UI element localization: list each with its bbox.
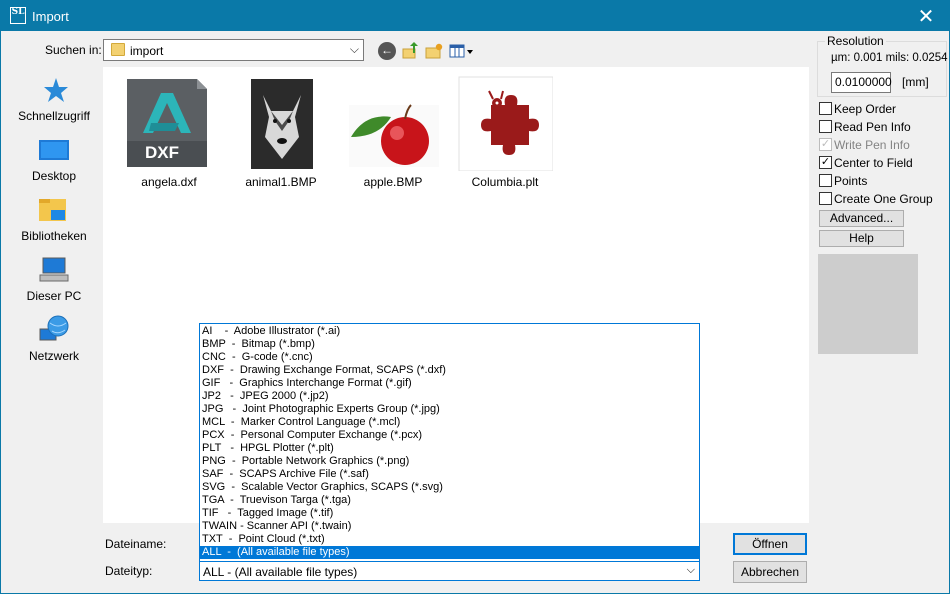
filetype-option[interactable]: TXT - Point Cloud (*.txt)	[200, 533, 699, 546]
filetype-option[interactable]: BMP - Bitmap (*.bmp)	[200, 338, 699, 351]
apple-photo-thumbnail	[349, 104, 439, 167]
place-desktop[interactable]: Desktop	[9, 135, 99, 193]
filetype-option[interactable]: TWAIN - Scanner API (*.twain)	[200, 520, 699, 533]
star-icon	[44, 78, 68, 102]
chevron-down-icon: ⌵	[686, 564, 695, 576]
title-bar[interactable]: SL Import ✕	[1, 1, 949, 31]
filetype-option[interactable]: ALL - (All available file types)	[200, 546, 699, 559]
open-button[interactable]: Öffnen	[733, 533, 807, 555]
lookin-label: Suchen in:	[45, 43, 102, 57]
checkbox-box	[819, 174, 832, 187]
lookin-combo[interactable]: import ⌵	[103, 39, 364, 61]
window-title: Import	[32, 9, 69, 24]
filename-label: Dateiname:	[105, 537, 167, 551]
place-label: Schnellzugriff	[18, 109, 90, 123]
option-label: Write Pen Info	[834, 138, 910, 152]
checkmark-icon: ✓	[819, 138, 832, 151]
filetype-option[interactable]: AI - Adobe Illustrator (*.ai)	[200, 325, 699, 338]
back-icon[interactable]: ←	[378, 42, 396, 60]
filetype-select[interactable]: ALL - (All available file types) ⌵	[199, 561, 700, 581]
filetype-value: ALL - (All available file types)	[203, 565, 358, 579]
filetype-label: Dateityp:	[105, 564, 153, 578]
place-libraries[interactable]: Bibliotheken	[9, 195, 99, 253]
filetype-option[interactable]: PNG - Portable Network Graphics (*.png)	[200, 455, 699, 468]
library-icon	[39, 199, 66, 221]
checkmark-icon: ✓	[819, 156, 832, 169]
dxf-badge-text: DXF	[145, 143, 179, 162]
checkbox-box	[819, 192, 832, 205]
filetype-option[interactable]: JPG - Joint Photographic Experts Group (…	[200, 403, 699, 416]
place-label: Dieser PC	[26, 289, 82, 303]
computer-icon	[39, 257, 69, 282]
option-label: Points	[834, 174, 868, 188]
filetype-option[interactable]: SAF - SCAPS Archive File (*.saf)	[200, 468, 699, 481]
close-button[interactable]: ✕	[903, 1, 949, 31]
folder-icon	[111, 43, 125, 56]
resolution-info: µm: 0.001 mils: 0.0254	[831, 52, 948, 64]
option-label: Create One Group	[834, 192, 933, 206]
file-item[interactable]: DXF angela.dxf	[117, 73, 217, 193]
chevron-down-icon: ⌵	[349, 42, 359, 56]
place-quick-access[interactable]: Schnellzugriff	[9, 75, 99, 133]
place-label: Netzwerk	[28, 349, 79, 363]
help-button[interactable]: Help	[819, 230, 904, 247]
up-folder-icon[interactable]	[402, 42, 420, 60]
filetype-option[interactable]: SVG - Scalable Vector Graphics, SCAPS (*…	[200, 481, 699, 494]
filetype-option[interactable]: JP2 - JPEG 2000 (*.jp2)	[200, 390, 699, 403]
advanced-button[interactable]: Advanced...	[819, 210, 904, 227]
filetype-option[interactable]: CNC - G-code (*.cnc)	[200, 351, 699, 364]
network-icon	[39, 315, 69, 341]
file-name: Columbia.plt	[471, 175, 539, 189]
import-dialog: SL Import ✕ Suchen in: import ⌵ ← Schnel…	[0, 0, 950, 594]
place-network[interactable]: Netzwerk	[9, 315, 99, 373]
checkbox-box	[819, 102, 832, 115]
view-menu-icon[interactable]	[449, 42, 475, 60]
puzzle-piece-thumbnail	[458, 76, 553, 171]
filetype-option[interactable]: PCX - Personal Computer Exchange (*.pcx)	[200, 429, 699, 442]
file-name: animal1.BMP	[245, 175, 317, 189]
cancel-button[interactable]: Abbrechen	[733, 561, 807, 583]
filetype-option[interactable]: PLT - HPGL Plotter (*.plt)	[200, 442, 699, 455]
resolution-input[interactable]: 0.0100000	[831, 72, 892, 93]
file-name: apple.BMP	[363, 175, 423, 189]
option-label: Center to Field	[834, 156, 913, 170]
resolution-unit: [mm]	[902, 75, 929, 89]
place-this-pc[interactable]: Dieser PC	[9, 255, 99, 313]
preview-pane	[818, 254, 918, 354]
filetype-option[interactable]: GIF - Graphics Interchange Format (*.gif…	[200, 377, 699, 390]
resolution-title: Resolution	[825, 34, 886, 48]
checkbox-box	[819, 120, 832, 133]
lookin-value: import	[130, 44, 164, 58]
filetype-option[interactable]: TIF - Tagged Image (*.tif)	[200, 507, 699, 520]
places-bar: Schnellzugriff Desktop Bibliotheken Dies…	[9, 67, 99, 377]
file-item[interactable]: Columbia.plt	[453, 73, 553, 193]
app-logo-icon: SL	[10, 7, 26, 24]
place-label: Bibliotheken	[21, 229, 87, 243]
file-item[interactable]: apple.BMP	[341, 73, 441, 193]
filetype-dropdown-list[interactable]: AI - Adobe Illustrator (*.ai) BMP - Bitma…	[199, 323, 700, 562]
filetype-option[interactable]: MCL - Marker Control Language (*.mcl)	[200, 416, 699, 429]
option-label: Read Pen Info	[834, 120, 911, 134]
file-item[interactable]: animal1.BMP	[229, 73, 329, 193]
place-label: Desktop	[31, 169, 77, 183]
desktop-icon	[39, 140, 69, 160]
dog-photo-thumbnail	[251, 79, 313, 169]
filetype-option[interactable]: TGA - Truevison Targa (*.tga)	[200, 494, 699, 507]
file-name: angela.dxf	[141, 175, 197, 189]
filetype-option[interactable]: DXF - Drawing Exchange Format, SCAPS (*.…	[200, 364, 699, 377]
new-folder-icon[interactable]	[425, 42, 443, 60]
option-label: Keep Order	[834, 102, 897, 116]
